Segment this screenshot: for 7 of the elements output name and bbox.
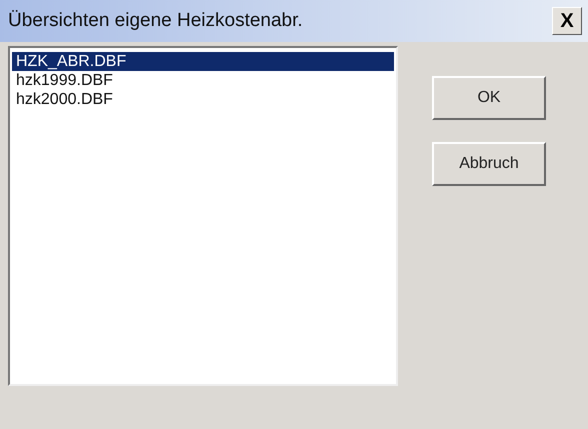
list-item[interactable]: hzk2000.DBF — [12, 90, 394, 109]
close-button[interactable]: X — [552, 7, 582, 35]
dialog-button[interactable]: Abbruch — [432, 142, 546, 186]
list-item[interactable]: HZK_ABR.DBF — [12, 52, 394, 71]
dialog-button[interactable]: OK — [432, 76, 546, 120]
window-title: Übersichten eigene Heizkostenabr. — [8, 10, 303, 32]
list-item[interactable]: hzk1999.DBF — [12, 71, 394, 90]
